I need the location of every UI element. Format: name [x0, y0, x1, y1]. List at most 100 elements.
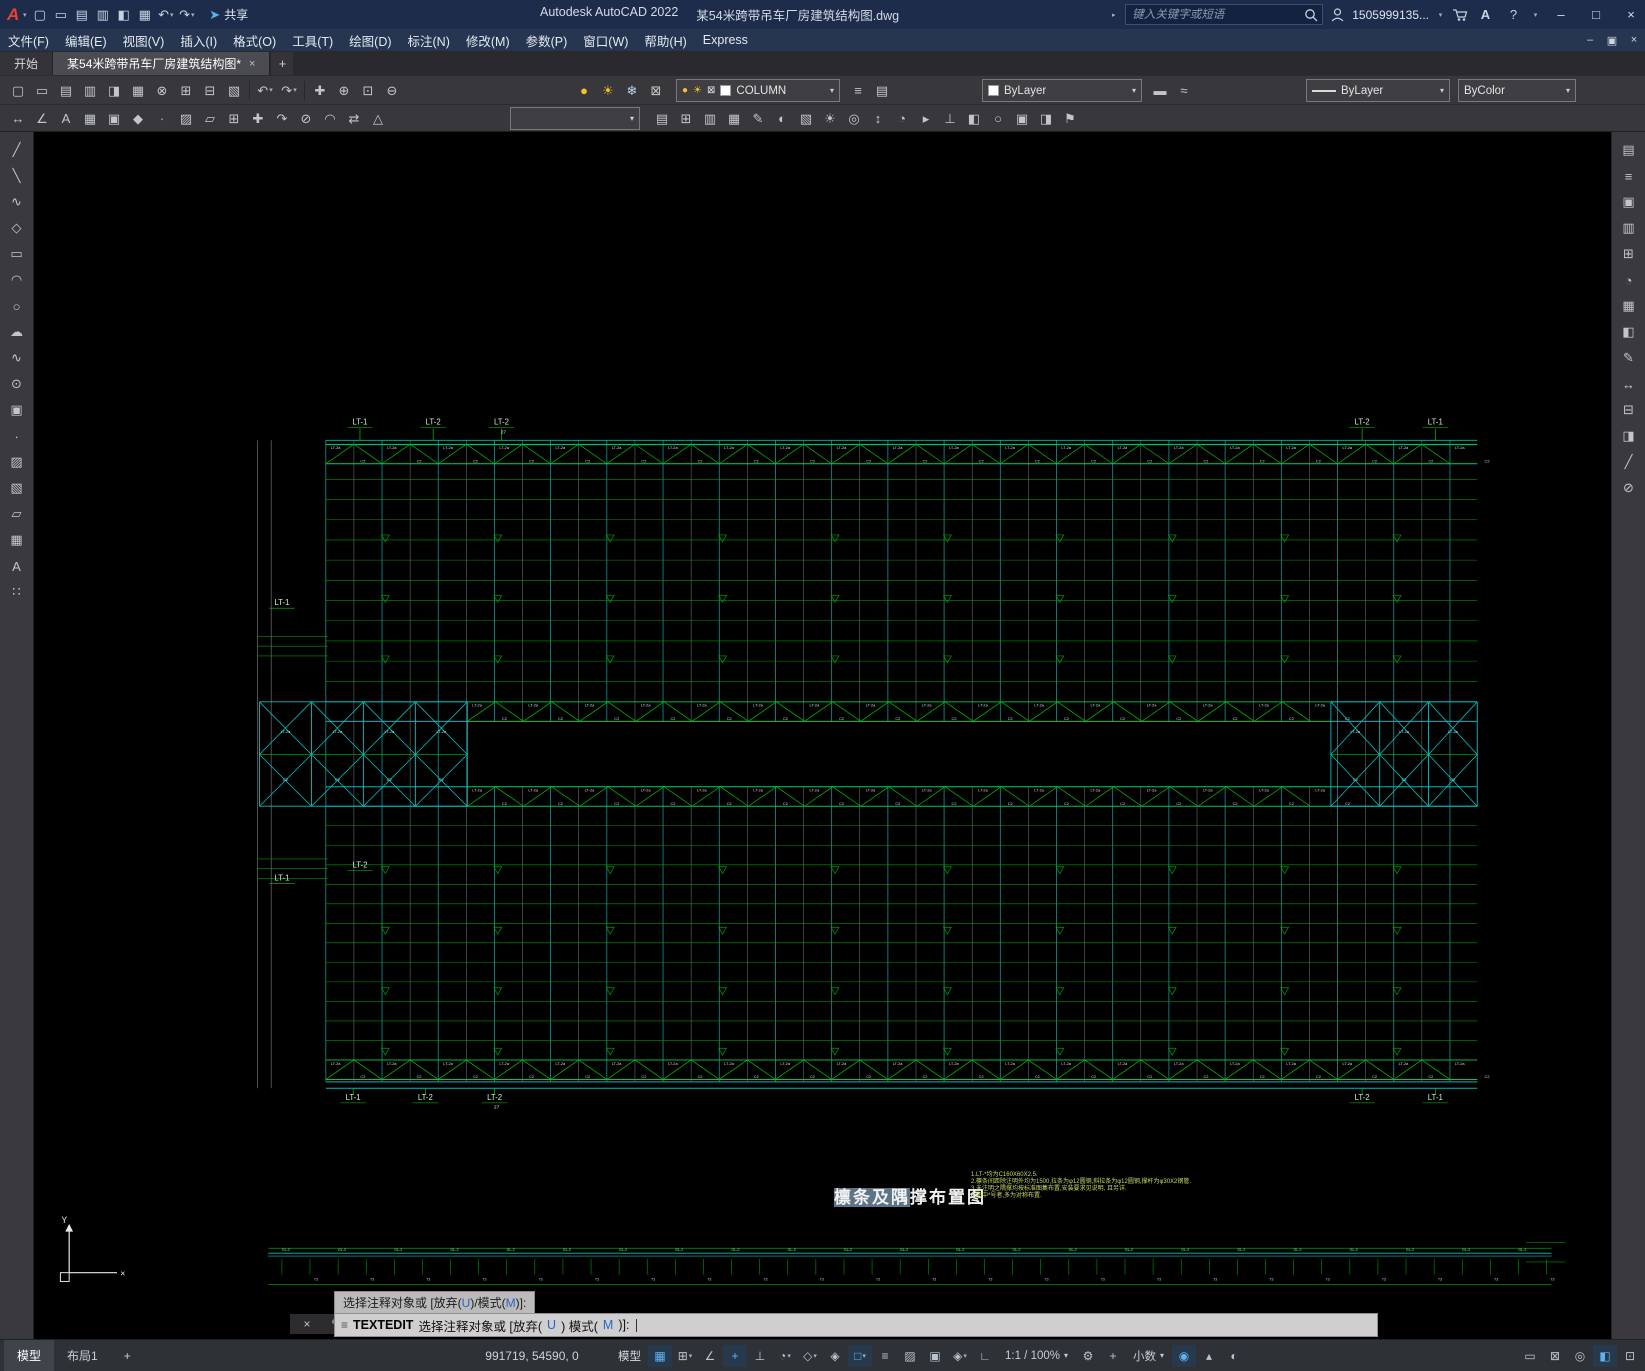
tool-palettes-icon[interactable]: ▥	[698, 107, 722, 130]
steering-wheel-icon[interactable]: ◔	[890, 107, 914, 130]
close-editor-icon[interactable]: ×	[295, 1313, 319, 1335]
new-drawing-icon[interactable]: ▢	[6, 79, 30, 102]
dynamic-input-icon[interactable]: +	[723, 1344, 747, 1367]
window-minimize-button[interactable]: –	[1547, 0, 1575, 29]
hatch-icon[interactable]: ▨	[174, 107, 198, 130]
lights-icon[interactable]: ☀	[818, 107, 842, 130]
prompt-mode-option[interactable]: M	[506, 1296, 516, 1310]
measure-panel-icon[interactable]: ↔	[1617, 372, 1641, 396]
xline-tool-icon[interactable]: ╲	[5, 164, 29, 188]
isodraft-icon[interactable]: ◇ ▾	[798, 1345, 822, 1367]
ellipse-tool-icon[interactable]: ⊙	[5, 372, 29, 396]
view-manager-icon[interactable]: ◧	[962, 107, 986, 130]
linetype-manager-icon[interactable]: ≈	[1172, 79, 1196, 102]
snap-mode-icon[interactable]: ⊞ ▾	[673, 1345, 697, 1367]
plot-preview-icon[interactable]: ◨	[102, 79, 126, 102]
account-label[interactable]: 1505999135...	[1352, 8, 1429, 22]
paste-clip-icon[interactable]: ⊟	[198, 79, 222, 102]
redo-cmd-icon[interactable]: ↷ ▾	[277, 79, 301, 102]
designcenter-icon[interactable]: ⊞	[674, 107, 698, 130]
open-file-icon[interactable]: ▭	[50, 4, 71, 25]
window-close-button[interactable]: ×	[1617, 0, 1645, 29]
search-arrow-icon[interactable]: ▸	[1109, 11, 1118, 19]
annotation-icon[interactable]: ⚑	[1058, 107, 1082, 130]
revcloud-tool-icon[interactable]: ☁	[5, 320, 29, 344]
clipboard-panel-icon[interactable]: ▦	[1617, 294, 1641, 318]
layer-freeze-icon[interactable]: ❄	[620, 79, 644, 102]
doc-minimize-button[interactable]: –	[1579, 29, 1601, 51]
named-views-icon[interactable]: ▣	[1010, 107, 1034, 130]
properties-palette-icon[interactable]: ▤	[650, 107, 674, 130]
drawing-title[interactable]: 檩条及隅撑布置图	[834, 1183, 986, 1208]
polar-tracking-icon[interactable]: ◔ ▾	[773, 1345, 797, 1367]
insert-block-icon[interactable]: ▣	[102, 107, 126, 130]
match-properties-icon[interactable]: ▧	[222, 79, 246, 102]
tab-start[interactable]: 开始	[0, 52, 54, 75]
annotation-visibility-icon[interactable]: ◉	[1172, 1344, 1197, 1367]
blocks-panel-icon[interactable]: ▣	[1617, 190, 1641, 214]
insert-block-tool-icon[interactable]: ▣	[5, 398, 29, 422]
boundary-icon[interactable]: ▱	[198, 107, 222, 130]
polygon-tool-icon[interactable]: ◇	[5, 216, 29, 240]
app-menu-caret-icon[interactable]: ▾	[20, 11, 29, 19]
model-tab[interactable]: 模型	[4, 1340, 55, 1371]
account-caret-icon[interactable]: ▾	[1436, 11, 1445, 19]
annotate-panel-icon[interactable]: ✎	[1617, 346, 1641, 370]
layer-thaw-icon[interactable]: ☀	[596, 79, 620, 102]
command-undo-option[interactable]: U	[547, 1318, 556, 1332]
command-mode-option[interactable]: M	[603, 1318, 613, 1332]
erase-panel-icon[interactable]: ⊘	[1617, 476, 1641, 500]
menu-edit[interactable]: 编辑(E)	[57, 29, 115, 51]
region-tool-icon[interactable]: ▱	[5, 502, 29, 526]
grid-display-icon[interactable]: ▦	[648, 1344, 672, 1367]
annotation-scale-dropdown[interactable]: 1:1 / 100% ▾	[998, 1345, 1075, 1367]
point-tool-icon[interactable]: ∙	[5, 424, 29, 448]
undo-cmd-icon[interactable]: ↶ ▾	[253, 79, 277, 102]
command-customize-icon[interactable]: ≡	[341, 1318, 348, 1332]
draw-panel-icon[interactable]: ╱	[1617, 450, 1641, 474]
menu-window[interactable]: 窗口(W)	[575, 29, 636, 51]
mirror-icon[interactable]: ⇄	[342, 107, 366, 130]
lineweight-display-icon[interactable]: ≡	[873, 1345, 897, 1367]
undo-icon[interactable]: ↶ ▾	[155, 4, 176, 25]
table-tool-icon[interactable]: ▦	[5, 528, 29, 552]
orbit-icon[interactable]: ○	[986, 107, 1010, 130]
insert-panel-icon[interactable]: ◨	[1617, 424, 1641, 448]
dim-angular-icon[interactable]: ∠	[30, 107, 54, 130]
help-caret-icon[interactable]: ▾	[1531, 11, 1540, 19]
selection-cycling-icon[interactable]: ▣	[923, 1345, 947, 1367]
pan-realtime-icon[interactable]: ✚	[308, 79, 332, 102]
zoom-window-icon[interactable]: ⊡	[356, 79, 380, 102]
hatch-tool-icon[interactable]: ▨	[5, 450, 29, 474]
dynamic-ucs-icon[interactable]: ∟	[973, 1345, 997, 1367]
camera-icon[interactable]: ◎	[842, 107, 866, 130]
lock-ui-icon[interactable]: ⊠	[1543, 1345, 1567, 1367]
object-snap-icon[interactable]: □ ▾	[848, 1344, 872, 1367]
move-icon[interactable]: ✚	[246, 107, 270, 130]
menu-insert[interactable]: 插入(I)	[172, 29, 225, 51]
menu-help[interactable]: 帮助(H)	[636, 29, 694, 51]
spline-tool-icon[interactable]: ∿	[5, 346, 29, 370]
ortho-mode-icon[interactable]: ⊥	[748, 1345, 772, 1367]
linetype-dropdown[interactable]: ByLayer ▾	[1306, 79, 1450, 102]
point-array-tool-icon[interactable]: ∷	[5, 580, 29, 604]
autocad-logo-icon[interactable]: A	[7, 5, 19, 25]
sheet-set-manager-icon[interactable]: ▦	[722, 107, 746, 130]
share-button[interactable]: ➤ 共享	[203, 4, 254, 25]
render-icon[interactable]: ◐	[770, 107, 794, 130]
trim-icon[interactable]: ⊘	[294, 107, 318, 130]
menu-dimension[interactable]: 标注(N)	[400, 29, 458, 51]
help-icon[interactable]: ?	[1503, 4, 1524, 25]
isolate-objects-icon[interactable]: ◎	[1568, 1345, 1592, 1367]
save-as-icon[interactable]: ▥	[92, 4, 113, 25]
color-dropdown[interactable]: ByLayer ▾	[982, 79, 1142, 102]
new-file-icon[interactable]: ▢	[29, 4, 50, 25]
rectangle-tool-icon[interactable]: ▭	[5, 242, 29, 266]
workspace-switching-icon[interactable]: ⚙	[1076, 1345, 1100, 1367]
visual-styles-icon[interactable]: ◨	[1034, 107, 1058, 130]
clean-screen-icon[interactable]: ⊡	[1618, 1345, 1642, 1367]
show-motion-icon[interactable]: ▸	[914, 107, 938, 130]
layer-on-icon[interactable]: ●	[572, 79, 596, 102]
zoom-previous-icon[interactable]: ⊖	[380, 79, 404, 102]
groups-panel-icon[interactable]: ⊞	[1617, 242, 1641, 266]
